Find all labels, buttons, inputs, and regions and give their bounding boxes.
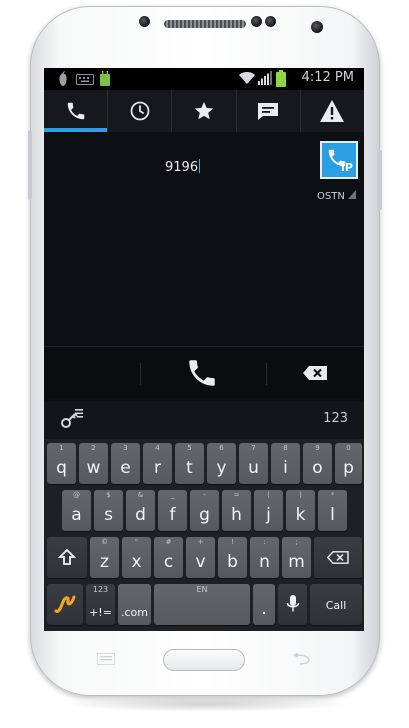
backspace-icon [327, 551, 349, 564]
warning-icon [320, 100, 345, 122]
period-key[interactable]: . [253, 584, 275, 625]
tab-dialer[interactable] [44, 90, 109, 132]
backspace-button[interactable] [302, 365, 328, 381]
numbers-mode-label[interactable]: 123 [323, 411, 348, 426]
phone-shadow [60, 696, 350, 712]
key-h[interactable]: = h [222, 490, 251, 531]
divider [266, 363, 267, 385]
voice-input-key[interactable] [278, 584, 307, 625]
key-f[interactable]: _ f [158, 490, 187, 531]
swype-key[interactable] [47, 584, 83, 625]
key-c[interactable]: # c [154, 537, 183, 578]
key-g[interactable]: -g [190, 490, 219, 531]
key-j[interactable]: (j [254, 490, 283, 531]
key-m[interactable]: ; m [282, 537, 311, 578]
back-key-icon[interactable] [292, 652, 310, 669]
proximity-sensor [251, 16, 262, 27]
signal-icon [258, 71, 272, 85]
tab-messages[interactable] [237, 90, 301, 132]
key-n[interactable]: :n [250, 537, 279, 578]
tab-favorites[interactable] [172, 90, 237, 132]
front-sensor [139, 16, 150, 27]
key-u[interactable]: 7u [239, 443, 268, 484]
dialed-number: 9196 [165, 160, 199, 175]
android-icon [100, 71, 110, 86]
tab-alerts[interactable] [301, 90, 364, 132]
key-p[interactable]: 0p [335, 443, 362, 484]
keyboard-toolbar: 123 [44, 401, 364, 439]
key-w[interactable]: 2w [79, 443, 108, 484]
key-x[interactable]: " x [122, 537, 151, 578]
key-q[interactable]: 1q [47, 443, 76, 484]
network-label-text: OSTN [317, 191, 345, 202]
dialed-number-field[interactable]: 9196 [165, 159, 201, 175]
symbols-key[interactable]: 123 +!= [86, 584, 115, 625]
back-icon [293, 652, 310, 665]
volume-button [28, 130, 32, 200]
message-icon [258, 103, 279, 120]
key-b[interactable]: ! b [218, 537, 247, 578]
status-time: 4:12 PM [301, 70, 354, 85]
ip-label: IP [340, 161, 353, 174]
key-icon[interactable] [60, 408, 84, 430]
wifi-icon [239, 72, 255, 84]
light-sensor [265, 16, 276, 27]
text-cursor [199, 159, 201, 173]
key-i[interactable]: 8i [271, 443, 300, 484]
key-v[interactable]: + v [186, 537, 215, 578]
delete-key[interactable] [314, 537, 362, 578]
clock-icon [130, 101, 150, 121]
swype-icon [54, 595, 76, 613]
call-button[interactable] [185, 356, 219, 390]
ip-call-button[interactable]: IP [320, 141, 358, 179]
earpiece-speaker [164, 20, 246, 28]
power-button [378, 150, 382, 210]
key-e[interactable]: 3e [111, 443, 140, 484]
key-l[interactable]: * l [318, 490, 347, 531]
home-button[interactable] [163, 649, 245, 671]
phone-icon [67, 102, 84, 120]
key-z[interactable]: © z [90, 537, 119, 578]
key-o[interactable]: 9o [303, 443, 332, 484]
key-r[interactable]: 4r [143, 443, 172, 484]
key-k[interactable]: ) k [286, 490, 315, 531]
phone-screen: 4:12 PM 9196 IP OSTN 123 1 q 2 w 3 e 4 r… [44, 68, 364, 631]
key-y[interactable]: 6y [207, 443, 236, 484]
signal-small-icon [348, 190, 356, 199]
space-key[interactable]: EN [154, 584, 250, 625]
dotcom-key[interactable]: .com [118, 584, 151, 625]
key-t[interactable]: 5t [175, 443, 204, 484]
shift-key[interactable] [47, 537, 87, 578]
star-icon [194, 101, 214, 120]
keyboard-notification-icon [76, 74, 94, 85]
front-camera [311, 21, 323, 33]
shift-icon [58, 548, 76, 565]
dialer-action-row [44, 346, 364, 399]
tab-recents[interactable] [108, 90, 173, 132]
network-label: OSTN [317, 190, 356, 202]
key-a[interactable]: @ a [62, 490, 91, 531]
menu-icon [96, 652, 116, 666]
pear-icon [59, 71, 67, 86]
call-key[interactable]: Call [310, 584, 362, 625]
key-d[interactable]: & d [126, 490, 155, 531]
soft-keyboard: 1q 2w 3e 4r 5t 6y 7u 8i 9o 0p @ a $ s & d _… [44, 439, 364, 631]
key-s[interactable]: $ s [94, 490, 123, 531]
divider [140, 363, 141, 385]
menu-key-icon[interactable] [96, 652, 116, 669]
tab-bar [44, 90, 364, 132]
status-bar: 4:12 PM [44, 68, 364, 90]
battery-icon [276, 70, 286, 87]
microphone-icon [286, 595, 300, 612]
